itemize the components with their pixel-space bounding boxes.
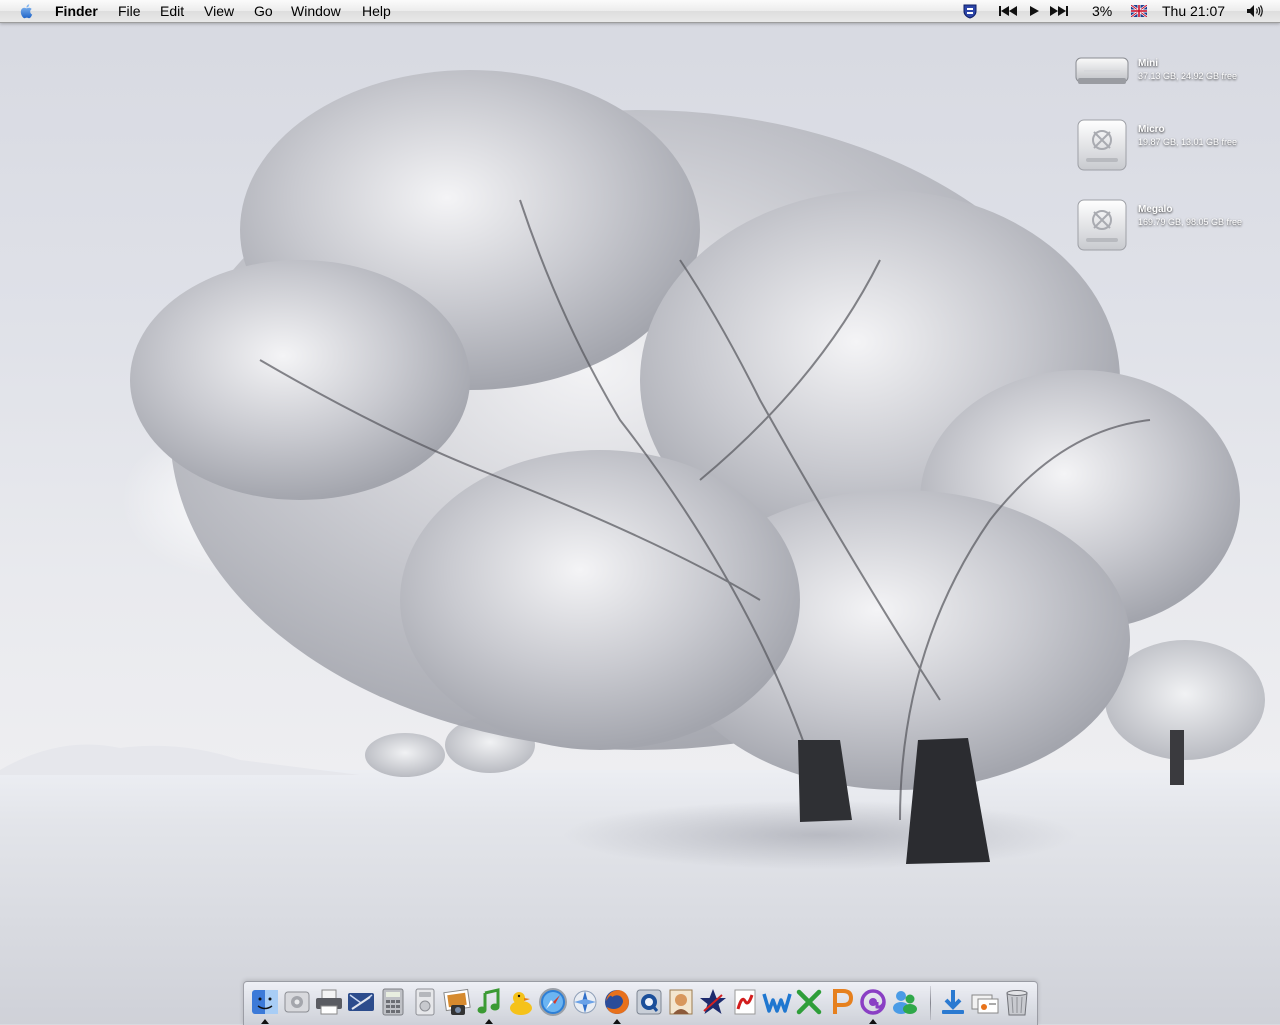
drive-capacity: 169.79 GB, 98.05 GB free xyxy=(1138,217,1243,227)
desktop-drive-megalo[interactable]: Megalo 169.79 GB, 98.05 GB free xyxy=(1074,198,1274,258)
drive-name: Micro xyxy=(1138,124,1165,135)
uk-flag-icon[interactable] xyxy=(1131,5,1147,17)
volume-icon[interactable] xyxy=(1245,3,1265,19)
apple-menu-icon[interactable] xyxy=(18,2,36,20)
next-track-icon[interactable] xyxy=(1049,5,1069,17)
desktop-drive-micro[interactable]: Micro 19.87 GB, 13.01 GB free xyxy=(1074,118,1274,178)
messenger-icon[interactable] xyxy=(890,987,920,1017)
menu-app-name[interactable]: Finder xyxy=(55,3,98,19)
printer-icon[interactable] xyxy=(314,987,344,1017)
running-indicator xyxy=(261,1019,269,1024)
word-icon[interactable] xyxy=(762,987,792,1017)
drive-name: Megalo xyxy=(1138,204,1173,215)
excel-icon[interactable] xyxy=(794,987,824,1017)
running-indicator xyxy=(869,1019,877,1024)
drive-capacity: 37.13 GB, 24.92 GB free xyxy=(1138,71,1238,81)
desktop-drive-mini[interactable]: Mini 37.13 GB, 24.92 GB free xyxy=(1074,52,1274,112)
firewire-drive-icon xyxy=(1077,119,1127,171)
menu-file[interactable]: File xyxy=(118,3,141,19)
desktop[interactable]: Mini 37.13 GB, 24.92 GB free Micro 19.87… xyxy=(0,0,1280,1024)
menu-edit[interactable]: Edit xyxy=(160,3,184,19)
drive-name: Mini xyxy=(1138,58,1158,69)
itunes-icon[interactable] xyxy=(474,987,504,1017)
menu-clock[interactable]: Thu 21:07 xyxy=(1162,3,1225,19)
entourage-icon[interactable] xyxy=(858,987,888,1017)
finder-icon[interactable] xyxy=(250,987,280,1017)
menu-view[interactable]: View xyxy=(204,3,234,19)
documents-stack-icon[interactable] xyxy=(970,987,1000,1017)
dvd-player-icon[interactable] xyxy=(410,987,440,1017)
running-indicator xyxy=(613,1019,621,1024)
downloads-stack-icon[interactable] xyxy=(938,987,968,1017)
star-app-icon[interactable] xyxy=(698,987,728,1017)
shield-icon[interactable] xyxy=(962,3,978,19)
trash-icon[interactable] xyxy=(1002,987,1032,1017)
menu-window[interactable]: Window xyxy=(291,3,341,19)
menu-go[interactable]: Go xyxy=(254,3,273,19)
play-icon[interactable] xyxy=(1028,5,1040,17)
iphoto-icon[interactable] xyxy=(442,987,472,1017)
firewire-drive-icon xyxy=(1077,199,1127,251)
system-preferences-icon[interactable] xyxy=(282,987,312,1017)
menu-help[interactable]: Help xyxy=(362,3,391,19)
dock-separator xyxy=(930,986,931,1020)
safari-icon[interactable] xyxy=(538,987,568,1017)
previous-track-icon[interactable] xyxy=(998,5,1018,17)
photo-app-icon[interactable] xyxy=(666,987,696,1017)
mail-icon[interactable] xyxy=(346,987,376,1017)
menu-bar: Finder File Edit View Go Window Help 3% … xyxy=(0,0,1280,23)
battery-percent[interactable]: 3% xyxy=(1092,3,1112,19)
running-indicator xyxy=(485,1019,493,1024)
adium-duck-icon[interactable] xyxy=(506,987,536,1017)
dock xyxy=(243,981,1038,1025)
powerpoint-icon[interactable] xyxy=(826,987,856,1017)
drive-capacity: 19.87 GB, 13.01 GB free xyxy=(1138,137,1238,147)
quicktime-icon[interactable] xyxy=(634,987,664,1017)
pdf-app-icon[interactable] xyxy=(730,987,760,1017)
compass-app-icon[interactable] xyxy=(570,987,600,1017)
firefox-icon[interactable] xyxy=(602,987,632,1017)
calculator-icon[interactable] xyxy=(378,987,408,1017)
internal-drive-icon xyxy=(1075,57,1129,84)
